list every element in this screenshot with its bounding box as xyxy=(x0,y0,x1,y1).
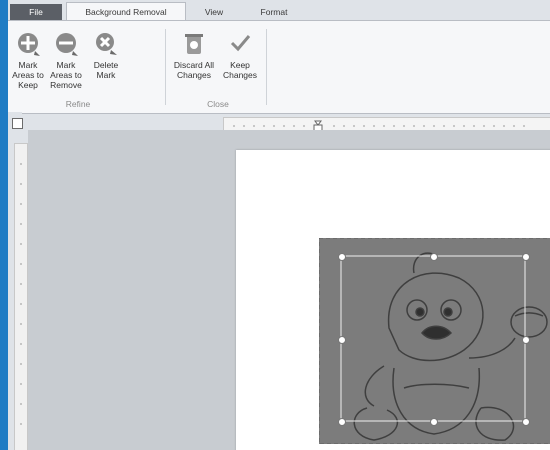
delete-mark-button[interactable]: Delete Mark xyxy=(88,24,124,104)
resize-handle-right[interactable] xyxy=(522,336,530,344)
resize-handle-top[interactable] xyxy=(430,253,438,261)
resize-handle-top-right[interactable] xyxy=(522,253,530,261)
tab-format[interactable]: Format xyxy=(244,4,304,20)
discard-label: Discard All Changes xyxy=(173,60,215,80)
delete-mark-icon xyxy=(96,33,117,55)
word-window: File Background Removal View Format Mark… xyxy=(8,0,550,450)
resize-handle-bottom[interactable] xyxy=(430,418,438,426)
keep-changes-label: Keep Changes xyxy=(222,60,258,80)
delete-mark-label: Delete Mark xyxy=(93,60,119,80)
document-canvas[interactable] xyxy=(28,130,550,450)
ruler-corner[interactable] xyxy=(8,112,23,130)
baby-image xyxy=(318,237,550,445)
plus-pencil-icon xyxy=(18,33,40,56)
tab-file[interactable]: File xyxy=(10,4,62,20)
tab-view[interactable]: View xyxy=(192,4,236,20)
resize-handle-bottom-left[interactable] xyxy=(338,418,346,426)
mark-keep-label: Mark Areas to Keep xyxy=(12,60,44,90)
discard-icon xyxy=(185,34,203,54)
document-page[interactable] xyxy=(236,150,550,450)
resize-handle-left[interactable] xyxy=(338,336,346,344)
ribbon-tab-bar: File Background Removal View Format xyxy=(8,0,550,21)
resize-handle-bottom-right[interactable] xyxy=(522,418,530,426)
tab-background-removal[interactable]: Background Removal xyxy=(66,2,186,21)
group-separator xyxy=(266,29,267,105)
mark-areas-to-remove-button[interactable]: Mark Areas to Remove xyxy=(48,24,84,104)
checkmark-icon xyxy=(230,35,251,52)
ribbon: Mark Areas to Keep Mark Areas to Remove … xyxy=(8,20,550,114)
mark-remove-label: Mark Areas to Remove xyxy=(50,60,82,90)
discard-all-changes-button[interactable]: Discard All Changes xyxy=(170,24,218,104)
picture-background-removal[interactable] xyxy=(318,237,550,445)
vertical-ruler[interactable] xyxy=(14,143,28,450)
first-line-indent-marker[interactable] xyxy=(314,120,322,126)
resize-handle-top-left[interactable] xyxy=(338,253,346,261)
mark-areas-to-keep-button[interactable]: Mark Areas to Keep xyxy=(10,24,46,104)
minus-pencil-icon xyxy=(56,33,78,56)
horizontal-ruler[interactable] xyxy=(223,117,550,132)
group-close: Close xyxy=(207,99,229,109)
group-refine: Refine xyxy=(65,99,91,109)
ruler-ticks xyxy=(20,163,22,425)
group-separator xyxy=(165,29,166,105)
tab-stop-selector[interactable] xyxy=(12,118,23,129)
keep-changes-button[interactable]: Keep Changes xyxy=(220,24,260,104)
